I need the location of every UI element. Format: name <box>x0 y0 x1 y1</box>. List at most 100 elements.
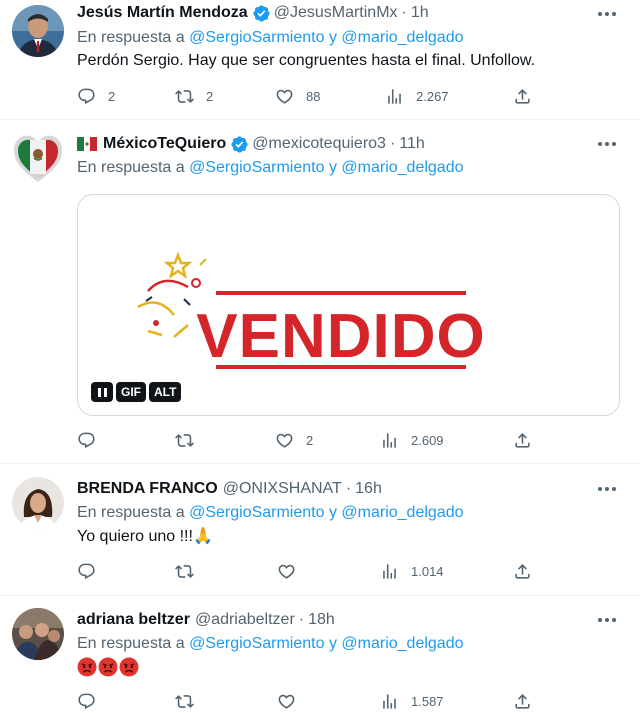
views-icon <box>383 432 396 448</box>
share-button[interactable] <box>513 430 532 450</box>
views-button[interactable]: 2.267 <box>385 86 449 106</box>
like-count: 2 <box>306 432 314 448</box>
retweet-icon <box>175 564 194 578</box>
share-button[interactable] <box>513 691 532 711</box>
reply-context: En respuesta a @SergioSarmiento y @mario… <box>77 158 464 178</box>
share-icon <box>515 563 530 579</box>
action-bar: 2 2 88 2.267 <box>77 86 537 106</box>
reply-button[interactable] <box>77 561 96 581</box>
views-count: 2.609 <box>411 432 444 448</box>
retweet-button[interactable] <box>175 430 194 450</box>
share-button[interactable] <box>513 86 532 106</box>
separator-dot: · <box>345 480 352 497</box>
timestamp[interactable]: 16h <box>355 479 382 499</box>
views-button[interactable]: 1.587 <box>380 691 444 711</box>
mention-link[interactable]: @SergioSarmiento <box>189 159 324 176</box>
handle[interactable]: @JesusMartinMx <box>274 3 398 23</box>
retweet-icon <box>175 694 194 708</box>
angry-face-icon <box>119 657 139 677</box>
views-count: 2.267 <box>416 88 449 104</box>
reply-prefix: En respuesta a <box>77 504 185 521</box>
mention-link[interactable]: @mario_delgado <box>341 159 463 176</box>
reply-button[interactable] <box>77 430 96 450</box>
mention-conjunction: y <box>328 504 337 521</box>
handle[interactable]: @mexicotequiero3 <box>252 134 386 154</box>
like-icon <box>276 89 293 104</box>
reply-prefix: En respuesta a <box>77 29 185 46</box>
mention-link[interactable]: @mario_delgado <box>341 29 463 46</box>
like-button[interactable] <box>277 561 296 581</box>
views-count: 1.587 <box>411 693 444 709</box>
like-icon <box>276 433 293 448</box>
share-button[interactable] <box>513 561 532 581</box>
more-icon[interactable] <box>596 134 618 154</box>
handle[interactable]: @adriabeltzer <box>195 610 295 630</box>
like-button[interactable]: 88 <box>275 86 320 106</box>
tweet-3[interactable]: BRENDA FRANCO @ONIXSHANAT · 16h En respu… <box>0 464 640 596</box>
tweet-text: Perdón Sergio. Hay que ser congruentes h… <box>77 52 536 69</box>
share-icon <box>515 432 530 448</box>
alt-badge[interactable]: ALT <box>149 382 182 402</box>
like-button[interactable] <box>277 691 296 711</box>
mexico-flag-icon <box>77 137 97 151</box>
like-icon <box>278 694 295 709</box>
pause-icon[interactable] <box>91 382 113 402</box>
gif-media[interactable]: VENDIDO GIF ALT <box>77 194 620 416</box>
views-button[interactable]: 2.609 <box>380 430 444 450</box>
mention-link[interactable]: @SergioSarmiento <box>189 29 324 46</box>
angry-face-icon <box>77 657 97 677</box>
retweet-button[interactable] <box>175 691 194 711</box>
vendido-text: VENDIDO <box>196 302 485 371</box>
reply-button[interactable]: 2 <box>77 86 115 106</box>
reply-context: En respuesta a @SergioSarmiento y @mario… <box>77 634 464 654</box>
mention-link[interactable]: @SergioSarmiento <box>189 635 324 652</box>
display-name[interactable]: MéxicoTeQuiero <box>103 134 226 154</box>
gif-controls: GIF ALT <box>91 382 182 402</box>
tweet-1[interactable]: Jesús Martín Mendoza @JesusMartinMx · 1h… <box>0 0 640 120</box>
avatar[interactable] <box>12 477 64 529</box>
display-name[interactable]: BRENDA FRANCO <box>77 479 218 499</box>
display-name[interactable]: Jesús Martín Mendoza <box>77 3 248 23</box>
reply-button[interactable] <box>77 691 96 711</box>
emoji-row <box>77 657 139 677</box>
separator-dot: · <box>389 135 396 152</box>
mention-conjunction: y <box>328 159 337 176</box>
reply-icon <box>78 563 95 579</box>
mention-link[interactable]: @mario_delgado <box>341 635 463 652</box>
like-button[interactable]: 2 <box>275 430 313 450</box>
timestamp[interactable]: 11h <box>399 134 425 154</box>
reply-count: 2 <box>108 88 116 104</box>
reply-prefix: En respuesta a <box>77 159 185 176</box>
views-button[interactable]: 1.014 <box>380 561 444 581</box>
handle[interactable]: @ONIXSHANAT <box>223 479 342 499</box>
tweet-text: Yo quiero uno !!!🙏 <box>77 528 213 545</box>
tweet-4[interactable]: adriana beltzer @adriabeltzer · 18h En r… <box>0 596 640 713</box>
like-count: 88 <box>306 88 321 104</box>
display-name[interactable]: adriana beltzer <box>77 610 190 630</box>
retweet-icon <box>175 433 194 447</box>
separator-dot: · <box>401 4 407 21</box>
views-icon <box>388 88 401 104</box>
verified-icon <box>230 135 249 154</box>
more-icon[interactable] <box>596 4 618 24</box>
action-bar: 1.014 <box>77 561 537 581</box>
more-icon[interactable] <box>596 479 618 499</box>
retweet-button[interactable]: 2 <box>175 86 213 106</box>
reply-icon <box>78 693 95 709</box>
mention-conjunction: y <box>328 29 337 46</box>
avatar[interactable] <box>12 132 64 184</box>
mention-link[interactable]: @SergioSarmiento <box>189 504 324 521</box>
timestamp[interactable]: 18h <box>308 610 335 630</box>
mention-conjunction: y <box>328 635 337 652</box>
retweet-count: 2 <box>206 88 214 104</box>
like-icon <box>278 564 295 579</box>
avatar[interactable] <box>12 5 64 57</box>
reply-context: En respuesta a @SergioSarmiento y @mario… <box>77 503 464 523</box>
mention-link[interactable]: @mario_delgado <box>341 504 463 521</box>
views-count: 1.014 <box>411 563 444 579</box>
retweet-button[interactable] <box>175 561 194 581</box>
timestamp[interactable]: 1h <box>411 3 429 23</box>
reply-context: En respuesta a @SergioSarmiento y @mario… <box>77 28 464 48</box>
avatar[interactable] <box>12 608 64 660</box>
more-icon[interactable] <box>596 610 618 630</box>
